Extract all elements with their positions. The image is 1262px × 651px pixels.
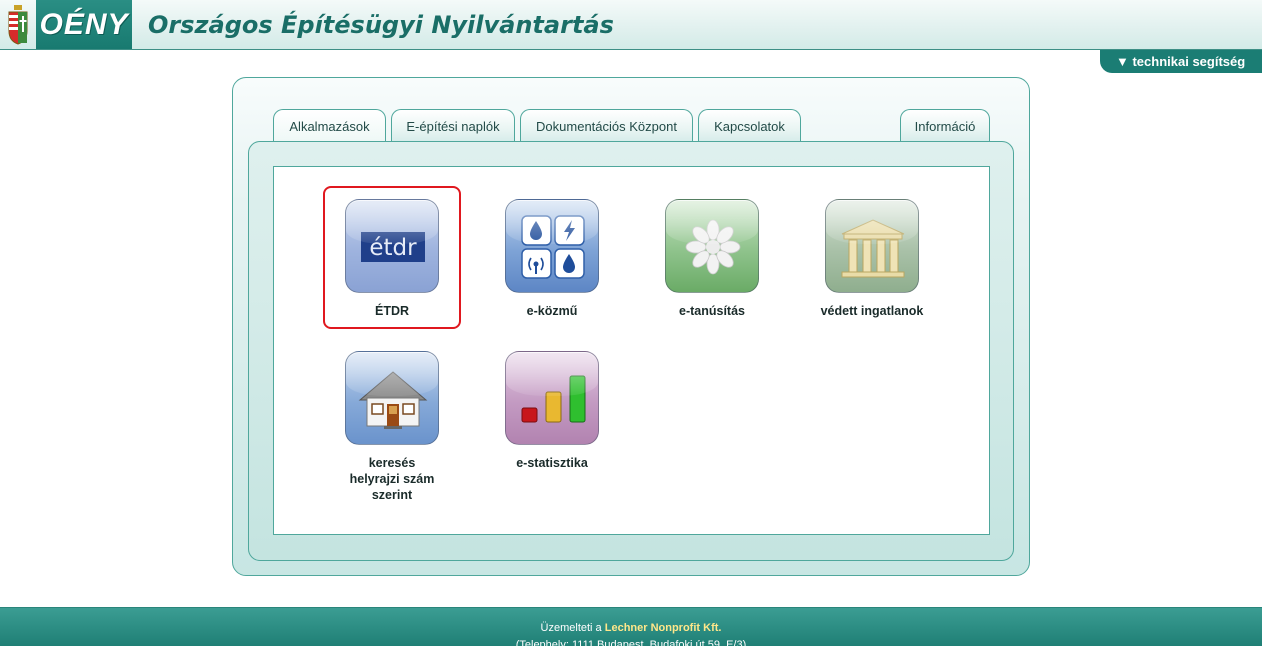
footer: Üzemelteti a Lechner Nonprofit Kft. (Tel… xyxy=(0,607,1262,651)
bar-chart-icon xyxy=(505,351,599,445)
svg-text:étdr: étdr xyxy=(369,235,417,261)
app-e-kozmu[interactable]: e-közmű xyxy=(472,199,632,319)
footer-address: (Telephely: 1111 Budapest, Budafoki út 5… xyxy=(515,639,747,651)
tab-dokumentacios-kozpont[interactable]: Dokumentációs Központ xyxy=(520,109,693,142)
app-kereses-helyrajzi-szam[interactable]: keresés helyrajzi szám szerint xyxy=(312,351,472,503)
tab-informacio[interactable]: Információ xyxy=(900,109,990,142)
app-e-tanusitas[interactable]: e-tanúsítás xyxy=(632,199,792,319)
header-bar: OÉNY Országos Építésügyi Nyilvántartás xyxy=(0,0,1262,50)
app-e-statisztika[interactable]: e-statisztika xyxy=(472,351,632,471)
tab-e-epitesi-naplok[interactable]: E-építési naplók xyxy=(391,109,515,142)
house-icon xyxy=(345,351,439,445)
certificate-flower-icon xyxy=(665,199,759,293)
utilities-icon xyxy=(505,199,599,293)
label-line-2: helyrajzi szám xyxy=(349,472,435,486)
app-label-kereses: keresés helyrajzi szám szerint xyxy=(312,455,472,503)
tab-alkalmazasok[interactable]: Alkalmazások xyxy=(273,109,386,142)
app-vedett-ingatlanok[interactable]: védett ingatlanok xyxy=(792,199,952,319)
app-label-e-statisztika: e-statisztika xyxy=(516,456,588,470)
app-label-etdr: ÉTDR xyxy=(374,304,410,318)
footer-operator: Üzemelteti a Lechner Nonprofit Kft. xyxy=(0,622,1262,634)
app-label-e-kozmu: e-közmű xyxy=(526,304,578,318)
site-title: Országos Építésügyi Nyilvántartás xyxy=(148,11,614,39)
oeny-logo[interactable]: OÉNY xyxy=(36,0,132,49)
footer-org-link[interactable]: Lechner Nonprofit Kft. xyxy=(605,622,722,634)
logo-text: OÉNY xyxy=(39,7,129,41)
app-label-e-tanusitas: e-tanúsítás xyxy=(679,304,745,318)
coat-of-arms-icon xyxy=(8,5,28,45)
label-line-1: keresés xyxy=(368,456,416,470)
footer-prefix: Üzemelteti a xyxy=(540,622,605,634)
etdr-logo-icon: étdr xyxy=(345,199,439,293)
technical-help-link[interactable]: ▼ technikai segítség xyxy=(1100,50,1262,73)
label-line-3: szerint xyxy=(371,488,413,502)
tab-kapcsolatok[interactable]: Kapcsolatok xyxy=(698,109,801,142)
building-columns-icon xyxy=(825,199,919,293)
app-label-vedett-ingatlanok: védett ingatlanok xyxy=(820,304,924,318)
app-etdr[interactable]: étdr ÉTDR xyxy=(312,199,472,319)
